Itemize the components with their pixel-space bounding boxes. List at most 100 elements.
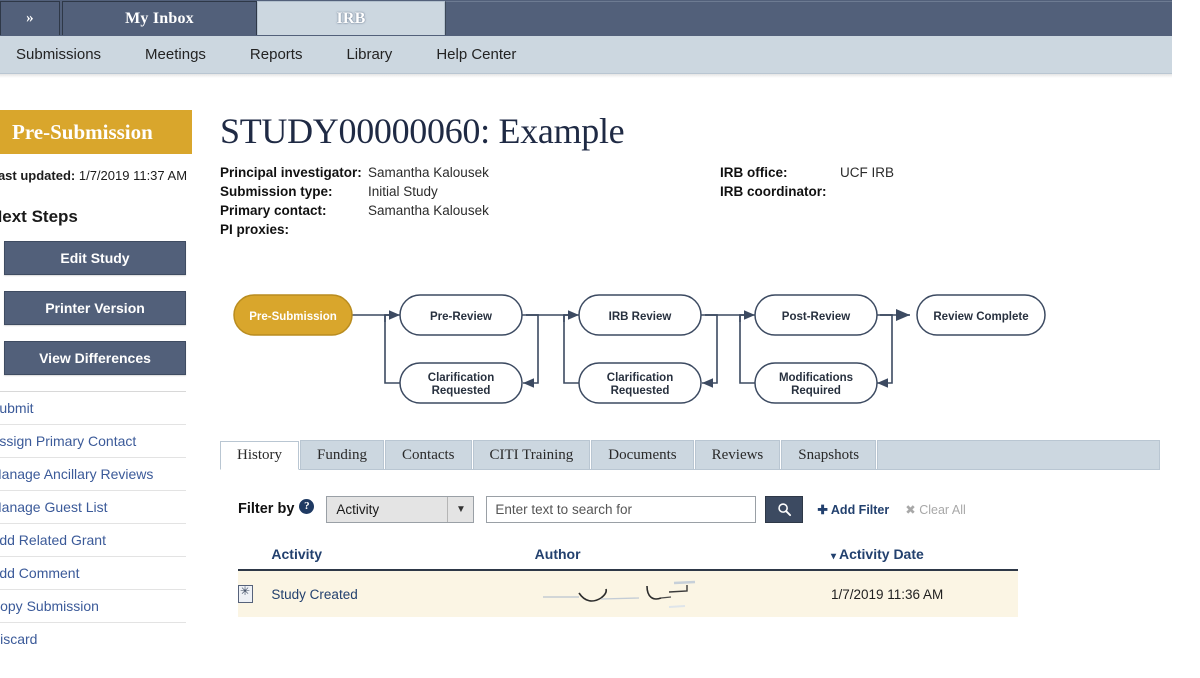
meta-label-irb-coordinator: IRB coordinator:: [720, 184, 827, 199]
workflow-stage-pre-review: Pre-Review: [399, 294, 523, 336]
redacted-author-mark: [535, 580, 715, 608]
nav-item-meetings[interactable]: Meetings: [145, 46, 232, 63]
table-header: Activity Author ▾ Activity Date: [238, 546, 1018, 571]
expand-chevron-icon[interactable]: »: [0, 1, 60, 35]
nav-item-reports[interactable]: Reports: [250, 46, 329, 63]
meta-label-pi-proxies: PI proxies:: [220, 222, 290, 237]
metadata-row: IRB office: UCF IRB: [720, 164, 1120, 182]
svg-text:Required: Required: [791, 385, 841, 397]
sidebar-link-add-comment[interactable]: Add Comment: [0, 556, 186, 589]
tab-history[interactable]: History: [220, 441, 299, 470]
row-activity-date: 1/7/2019 11:36 AM: [830, 570, 1018, 617]
top-tab-my-inbox[interactable]: My Inbox: [62, 1, 257, 35]
magnifier-icon: [778, 502, 791, 516]
table-row[interactable]: Study Created: [238, 570, 1018, 617]
meta-label-submission-type: Submission type:: [220, 184, 333, 199]
chevron-down-icon: ▼: [447, 496, 474, 522]
sidebar-link-copy-submission[interactable]: Copy Submission: [0, 589, 186, 622]
sidebar-action-links: Submit Assign Primary Contact Manage Anc…: [0, 391, 192, 655]
filter-by-label: Filter by: [238, 501, 295, 517]
sidebar-link-add-related-grant[interactable]: Add Related Grant: [0, 523, 186, 556]
search-button[interactable]: [765, 495, 804, 523]
svg-text:Pre-Submission: Pre-Submission: [249, 311, 337, 323]
meta-label-irb-office: IRB office:: [720, 165, 788, 180]
top-tab-filler: [445, 1, 1172, 35]
sidebar-link-discard[interactable]: Discard: [0, 622, 186, 655]
svg-text:Clarification: Clarification: [607, 372, 673, 384]
column-header-icon: [238, 546, 272, 571]
meta-value-primary-contact: Samantha Kalousek: [368, 203, 489, 218]
add-filter-label: Add Filter: [830, 502, 890, 517]
printer-version-button[interactable]: Printer Version: [4, 291, 186, 325]
metadata-row: Submission type: Initial Study: [220, 183, 720, 201]
workflow-stage-clarification-requested-irb-review: Clarification Requested: [578, 362, 702, 404]
column-header-activity-date[interactable]: ▾ Activity Date: [830, 546, 1018, 571]
page-title: STUDY00000060: Example: [220, 111, 625, 151]
workflow-diagram: Pre-Submission Pre-Review Clarification …: [220, 280, 1060, 405]
add-filter-link[interactable]: ✚ Add Filter: [817, 502, 889, 517]
plus-icon: ✚: [817, 502, 828, 517]
panel-body: Filter by ? Activity ▼ ✚ Add Filter: [220, 470, 1160, 617]
svg-text:IRB Review: IRB Review: [609, 311, 672, 323]
workflow-stage-irb-review: IRB Review: [578, 294, 702, 336]
last-updated-label: Last updated:: [0, 168, 76, 183]
next-steps-buttons: Edit Study Printer Version View Differen…: [0, 241, 192, 375]
filter-bar: Filter by ? Activity ▼ ✚ Add Filter: [238, 494, 1160, 524]
nav-item-submissions[interactable]: Submissions: [16, 46, 127, 63]
tab-funding[interactable]: Funding: [300, 440, 385, 469]
tab-snapshots[interactable]: Snapshots: [781, 440, 877, 469]
metadata-left-column: Principal investigator: Samantha Kalouse…: [220, 164, 720, 240]
metadata-right-column: IRB office: UCF IRB IRB coordinator:: [720, 164, 1120, 240]
meta-label-primary-contact: Primary contact:: [220, 203, 327, 218]
clear-all-link[interactable]: ✖ Clear All: [905, 502, 966, 517]
sidebar-link-assign-primary-contact[interactable]: Assign Primary Contact: [0, 424, 186, 457]
tab-reviews[interactable]: Reviews: [694, 440, 781, 469]
main-nav: Submissions Meetings Reports Library Hel…: [0, 36, 1172, 74]
svg-text:Requested: Requested: [432, 385, 491, 397]
nav-drop-shadow: [0, 74, 1172, 78]
document-icon[interactable]: [238, 584, 253, 603]
last-updated-value: 1/7/2019 11:37 AM: [78, 168, 188, 183]
top-tab-strip: » My Inbox IRB: [0, 0, 1172, 36]
sort-descending-icon: ▾: [830, 551, 836, 562]
status-badge: Pre-Submission: [0, 110, 192, 154]
row-activity[interactable]: Study Created: [271, 570, 535, 617]
table-body: Study Created: [238, 570, 1018, 617]
meta-value-principal-investigator: Samantha Kalousek: [368, 165, 489, 180]
submission-metadata: Principal investigator: Samantha Kalouse…: [220, 164, 1180, 240]
workflow-stage-clarification-requested-pre-review: Clarification Requested: [399, 362, 523, 404]
question-mark-icon[interactable]: ?: [299, 498, 315, 514]
svg-text:Modifications: Modifications: [779, 372, 853, 384]
edit-study-button[interactable]: Edit Study: [4, 241, 186, 275]
tab-documents[interactable]: Documents: [591, 440, 694, 469]
svg-text:Review Complete: Review Complete: [933, 311, 1028, 323]
meta-label-principal-investigator: Principal investigator:: [220, 165, 362, 180]
filter-field-select[interactable]: Activity ▼: [326, 495, 475, 523]
workflow-stage-post-review: Post-Review: [754, 294, 878, 336]
workflow-stage-pre-submission: Pre-Submission: [233, 294, 353, 336]
top-tab-irb[interactable]: IRB: [257, 1, 445, 35]
metadata-row: IRB coordinator:: [720, 183, 1120, 201]
table-header-row: Activity Author ▾ Activity Date: [238, 546, 1018, 571]
tab-bar-filler: [877, 440, 1160, 469]
nav-item-help-center[interactable]: Help Center: [436, 46, 542, 63]
row-author: [534, 570, 831, 617]
column-header-author[interactable]: Author: [534, 546, 831, 571]
svg-text:Post-Review: Post-Review: [782, 311, 850, 323]
view-differences-button[interactable]: View Differences: [4, 341, 186, 375]
tab-contacts[interactable]: Contacts: [385, 440, 472, 469]
metadata-row: Principal investigator: Samantha Kalouse…: [220, 164, 720, 182]
sidebar: Pre-Submission Last updated: 1/7/2019 11…: [0, 110, 192, 655]
column-header-activity[interactable]: Activity: [271, 546, 535, 571]
sidebar-link-submit[interactable]: Submit: [0, 391, 186, 424]
nav-item-library[interactable]: Library: [346, 46, 418, 63]
workflow-stage-modifications-required: Modifications Required: [754, 362, 878, 404]
history-table: Activity Author ▾Activity Date Study Cre…: [238, 546, 1018, 617]
last-updated: Last updated: 1/7/2019 11:37 AM: [0, 168, 192, 183]
meta-value-irb-office: UCF IRB: [840, 165, 894, 180]
sidebar-link-manage-guest-list[interactable]: Manage Guest List: [0, 490, 186, 523]
tab-citi-training[interactable]: CITI Training: [472, 440, 591, 469]
sidebar-link-manage-ancillary-reviews[interactable]: Manage Ancillary Reviews: [0, 457, 186, 490]
close-icon: ✖: [905, 502, 916, 517]
search-input[interactable]: [486, 495, 757, 523]
